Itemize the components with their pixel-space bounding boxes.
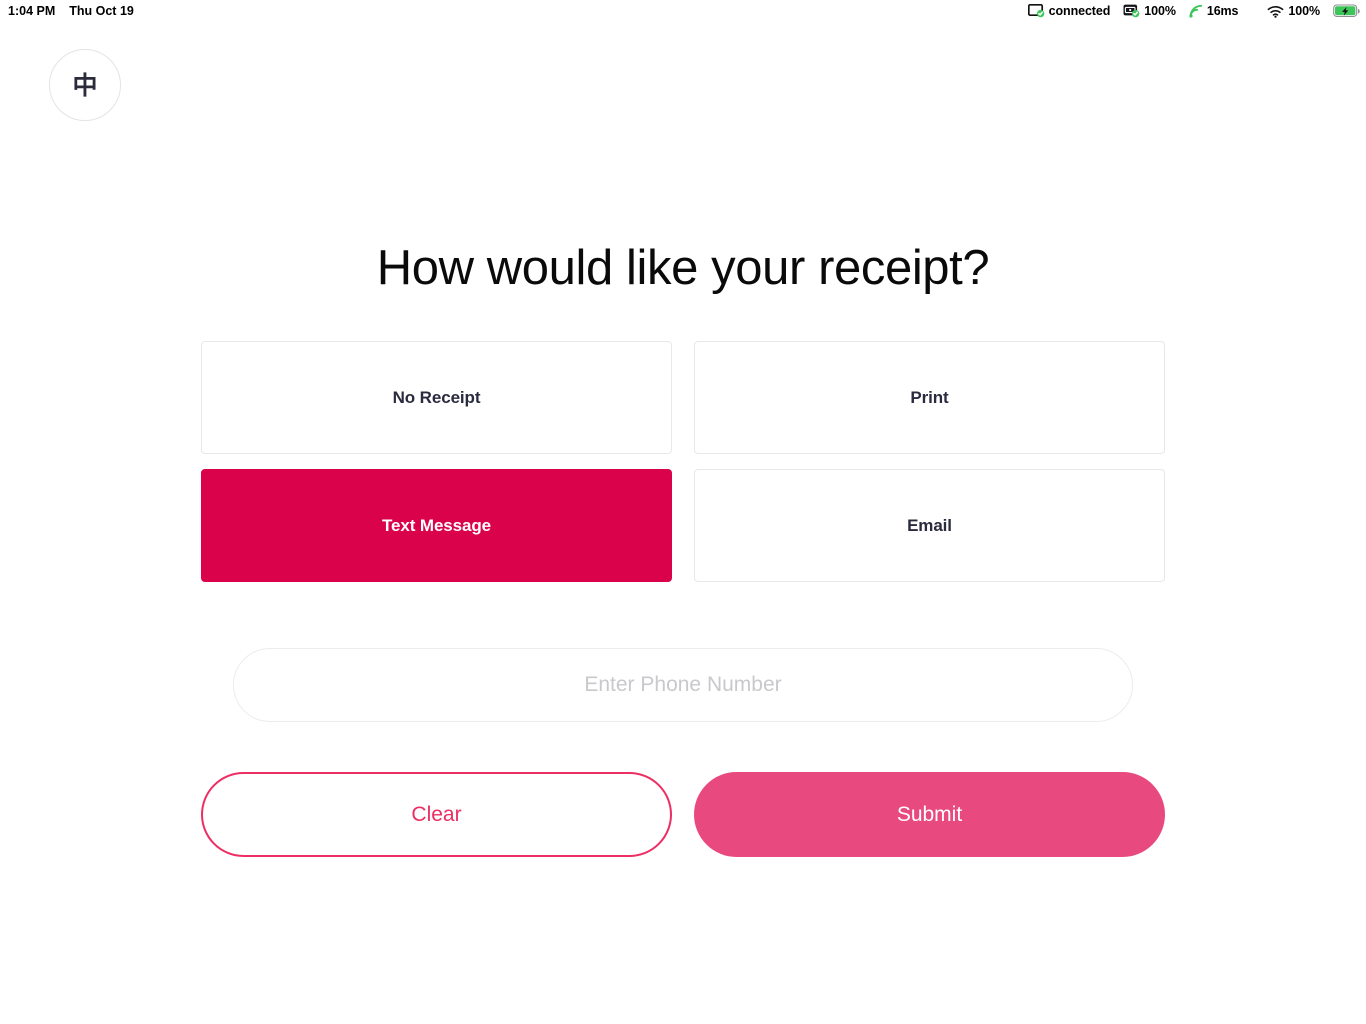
- status-bar-right: connected 100% 16ms 100%: [1027, 4, 1360, 18]
- display-status-label: connected: [1048, 4, 1111, 18]
- option-text-message-label: Text Message: [381, 515, 492, 535]
- status-date: Thu Oct 19: [69, 4, 134, 18]
- status-time: 1:04 PM: [8, 4, 56, 18]
- option-no-receipt[interactable]: No Receipt: [201, 341, 672, 454]
- option-no-receipt-label: No Receipt: [392, 387, 481, 407]
- status-bar-left: 1:04 PM Thu Oct 19: [8, 4, 134, 18]
- clear-button[interactable]: Clear: [201, 772, 672, 857]
- option-email[interactable]: Email: [694, 469, 1165, 582]
- battery-charging-icon: [1333, 4, 1360, 18]
- network-latency-label: 16ms: [1206, 4, 1239, 18]
- action-buttons-row: Clear Submit: [201, 772, 1165, 857]
- signal-bars-icon: [1189, 4, 1203, 18]
- display-status: connected: [1027, 4, 1111, 18]
- status-bar: 1:04 PM Thu Oct 19 connected 100% 16ms 1…: [0, 0, 1366, 22]
- language-toggle-button[interactable]: 中: [49, 49, 121, 121]
- option-email-label: Email: [907, 515, 952, 535]
- card-reader-icon: [1123, 4, 1140, 18]
- display-monitor-icon: [1027, 4, 1045, 18]
- page-title: How would like your receipt?: [376, 241, 990, 295]
- option-text-message[interactable]: Text Message: [201, 469, 672, 582]
- wifi-label: 100%: [1288, 4, 1320, 18]
- network-latency-status: 16ms: [1189, 4, 1239, 18]
- option-print-label: Print: [910, 387, 949, 407]
- wifi-icon: [1267, 5, 1284, 18]
- option-print[interactable]: Print: [694, 341, 1165, 454]
- language-toggle-label: 中: [72, 70, 98, 100]
- phone-number-input[interactable]: [233, 648, 1133, 722]
- submit-button-label: Submit: [896, 802, 963, 826]
- wifi-status: 100%: [1267, 4, 1320, 18]
- clear-button-label: Clear: [411, 802, 462, 826]
- card-reader-status: 100%: [1123, 4, 1176, 18]
- card-reader-label: 100%: [1144, 4, 1176, 18]
- receipt-options-grid: No Receipt Print Text Message Email: [201, 341, 1165, 582]
- submit-button[interactable]: Submit: [694, 772, 1165, 857]
